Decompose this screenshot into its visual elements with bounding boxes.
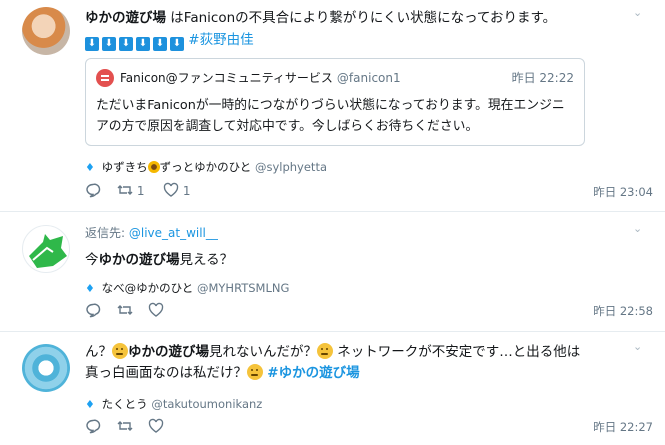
like-icon [148,418,164,433]
arrow-down-icons: ⬇ ⬇ ⬇ ⬇ ⬇ ⬇ [85,37,184,51]
tweet-actions [85,418,385,436]
twitter-bird-icon: ♦ [85,161,95,174]
tweet-actions [85,302,385,320]
retweet-count: 1 [136,184,145,198]
retweeted-by: ♦ ゆずきち ずっとゆかのひと @sylphyetta [85,160,327,174]
reply-button[interactable] [85,182,101,200]
retweeted-by: ♦ たくとう @takutoumonikanz [85,397,263,411]
tweet-3[interactable]: ⌄ ん？ ゆかの遊び場見れないんだが？ ネットワークが不安定です…と出る他は 真っ… [0,332,665,445]
hashtag-link[interactable]: #荻野由佳 [188,32,253,48]
mention-name[interactable]: ゆかの遊び場 [128,344,209,360]
thinking-face-emoji [247,364,263,380]
like-button[interactable]: 1 [163,182,190,200]
arrow-down-icon: ⬇ [170,37,184,51]
hashtag-link[interactable]: #ゆかの遊び場 [267,365,359,381]
arrow-down-icon: ⬇ [136,37,150,51]
timestamp[interactable]: 昨日 22:27 [593,419,653,435]
tweet-text-line2: ⬇ ⬇ ⬇ ⬇ ⬇ ⬇ #荻野由佳 [85,30,653,51]
rt-handle[interactable]: @takutoumonikanz [151,397,262,411]
retweeted-by: ♦ なべ@ゆかのひと @MYHRTSMLNG [85,281,290,295]
quoted-handle: @fanicon1 [336,71,401,85]
retweet-button[interactable]: 1 [117,182,144,200]
mention-name[interactable]: ゆかの遊び場 [99,252,180,268]
thinking-face-emoji [112,343,128,359]
arrow-down-icon: ⬇ [153,37,167,51]
tweet-1[interactable]: ⌄ ゆかの遊び場 はFaniconの不具合により繋がりにくい状態になっております… [0,0,665,212]
tweet-text: ん？ ゆかの遊び場見れないんだが？ ネットワークが不安定です…と出る他は [85,343,581,360]
avatar[interactable] [22,225,70,273]
avatar[interactable] [22,7,70,55]
reply-button[interactable] [85,418,101,436]
tweet-text: ゆかの遊び場 はFaniconの不具合により繋がりにくい状態になっております。 [85,10,557,26]
retweet-button[interactable] [117,302,133,320]
retweet-icon [117,421,133,431]
like-count: 1 [182,184,191,198]
quoted-author: Fanicon@ファンコミュニティサービス @fanicon1 [120,71,401,85]
twitter-bird-icon: ♦ [85,282,95,295]
quoted-text: ただいまFaniconが一時的につながりづらい状態になっております。現在エンジニ… [96,98,565,134]
reply-icon [86,183,101,198]
green-hand-icon [29,234,67,268]
quoted-tweet[interactable]: Fanicon@ファンコミュニティサービス @fanicon1 昨日 22:22 … [85,58,585,146]
twitter-bird-icon: ♦ [85,398,95,411]
like-button[interactable] [148,302,164,320]
thinking-face-emoji [317,343,333,359]
avatar[interactable] [22,344,70,392]
arrow-down-icon: ⬇ [119,37,133,51]
retweet-icon [117,185,133,195]
mention-name[interactable]: ゆかの遊び場 [85,10,166,26]
rt-handle[interactable]: @MYHRTSMLNG [197,281,289,295]
tweet-text-line2: 真っ白画面なのは私だけ？ #ゆかの遊び場 [85,364,360,381]
timestamp[interactable]: 昨日 23:04 [593,184,653,200]
arrow-down-icon: ⬇ [85,37,99,51]
reply-button[interactable] [85,302,101,320]
like-icon [163,182,179,197]
timestamp[interactable]: 昨日 22:58 [593,303,653,319]
tweet-2[interactable]: ⌄ 返信先: @live_at_will__ 今ゆかの遊び場見える？ ♦ なべ@… [0,212,665,332]
tweet-actions: 1 1 [85,182,385,200]
reply-to: 返信先: @live_at_will__ [85,226,218,240]
like-button[interactable] [148,418,164,436]
retweet-icon [117,305,133,315]
sunflower-emoji [147,161,160,173]
retweet-button[interactable] [117,418,133,436]
reply-handle[interactable]: @live_at_will__ [129,226,218,240]
like-icon [148,302,164,317]
arrow-down-icon: ⬇ [102,37,116,51]
tweet-text: 今ゆかの遊び場見える？ [85,252,234,268]
rt-handle[interactable]: @sylphyetta [255,160,327,174]
quoted-timestamp: 昨日 22:22 [511,71,574,85]
fanicon-avatar-icon [96,69,114,87]
reply-icon [86,419,101,434]
reply-icon [86,303,101,318]
